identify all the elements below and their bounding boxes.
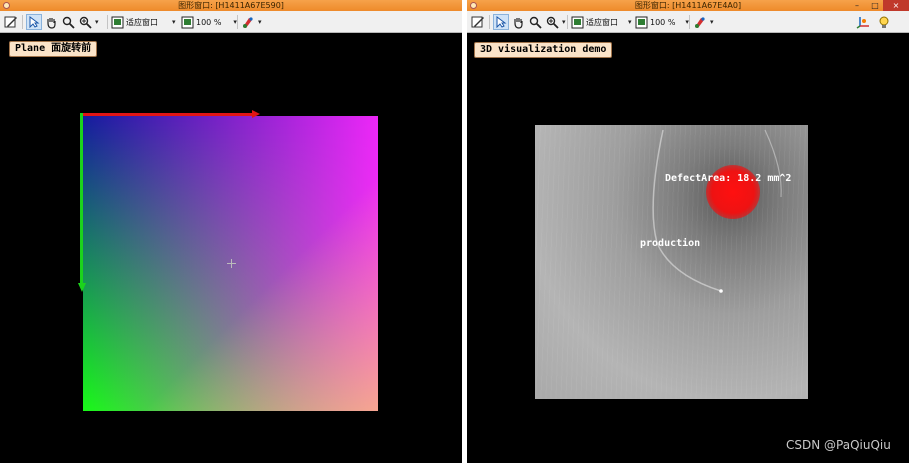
toolbar-separator — [107, 15, 108, 29]
pan-button[interactable] — [512, 14, 525, 30]
zoom-button[interactable] — [529, 14, 542, 30]
zoom-percent-select[interactable]: 100 % ▾ — [181, 14, 237, 30]
chevron-down-icon: ▾ — [628, 18, 632, 26]
draw-button[interactable] — [4, 14, 18, 30]
zoom-percent-icon — [635, 16, 648, 29]
production-text: production — [640, 238, 701, 249]
left-graphics-window: 图形窗口: [H1411A67E590] ▾ 适应窗口 ▾ 100 % ▾ ▾ … — [0, 0, 462, 463]
pointer-icon — [28, 16, 40, 28]
color-paint-icon — [693, 15, 707, 29]
fit-window-button[interactable]: 适应窗口 ▾ — [111, 14, 176, 30]
draw-icon — [471, 15, 485, 29]
zoom-percent-label: 100 % — [650, 17, 676, 27]
fit-window-icon — [571, 16, 584, 29]
3d-view-button[interactable] — [856, 14, 870, 30]
crosshair-marker — [227, 259, 236, 268]
toolbar-separator — [22, 15, 23, 29]
x-axis-line — [81, 113, 252, 116]
fit-window-label: 适应窗口 — [586, 17, 618, 27]
fit-window-icon — [111, 16, 124, 29]
color-paint-button[interactable]: ▾ — [241, 14, 262, 30]
3d-axis-icon — [856, 15, 870, 29]
watermark: CSDN @PaQiuQiu — [786, 438, 891, 452]
toolbar-separator — [237, 15, 238, 29]
toolbar-separator — [567, 15, 568, 29]
chevron-down-icon: ▾ — [258, 18, 262, 26]
chevron-down-icon: ▾ — [710, 18, 714, 26]
fit-window-label: 适应窗口 — [126, 17, 158, 27]
zoom-percent-icon — [181, 16, 194, 29]
y-axis-arrowhead — [78, 283, 86, 292]
app-icon — [3, 2, 10, 9]
hand-pan-icon — [45, 16, 58, 29]
toolbar-separator — [689, 15, 690, 29]
toolbar-separator — [489, 15, 490, 29]
hand-pan-icon — [512, 16, 525, 29]
canvas-label: 3D visualization demo — [474, 42, 613, 58]
magnifier-menu-button[interactable]: ▾ — [79, 14, 99, 30]
magnifier-zoom-icon — [546, 16, 559, 29]
app-icon — [470, 2, 477, 9]
minimize-button[interactable]: – — [849, 0, 865, 11]
magnifier-zoom-icon — [79, 16, 92, 29]
window-title: 图形窗口: [H1411A67E590] — [178, 1, 284, 10]
right-titlebar[interactable]: 图形窗口: [H1411A67E4A0] – □ × — [467, 0, 909, 11]
pointer-icon — [495, 16, 507, 28]
zoom-percent-label: 100 % — [196, 17, 222, 27]
scratch-marks — [652, 129, 782, 293]
inspected-surface-image — [535, 125, 808, 399]
left-toolbar: ▾ 适应窗口 ▾ 100 % ▾ ▾ — [0, 11, 462, 33]
chevron-down-icon: ▾ — [172, 18, 176, 26]
chevron-down-icon: ▾ — [562, 18, 566, 26]
left-titlebar[interactable]: 图形窗口: [H1411A67E590] — [0, 0, 462, 11]
color-paint-button[interactable]: ▾ — [693, 14, 714, 30]
draw-button[interactable] — [471, 14, 485, 30]
fit-window-button[interactable]: 适应窗口 ▾ — [571, 14, 632, 30]
close-button[interactable]: × — [883, 0, 909, 11]
canvas-label: Plane 面旋转前 — [9, 41, 98, 57]
zoom-icon — [529, 16, 542, 29]
zoom-button[interactable] — [62, 14, 75, 30]
zoom-percent-select[interactable]: 100 % ▾ — [635, 14, 689, 30]
defect-area-text: DefectArea: 18.2 mm^2 — [665, 173, 792, 184]
color-paint-icon — [241, 15, 255, 29]
chevron-down-icon: ▾ — [95, 18, 99, 26]
window-title: 图形窗口: [H1411A67E4A0] — [634, 1, 742, 10]
maximize-button[interactable]: □ — [867, 0, 883, 11]
zoom-icon — [62, 16, 75, 29]
pan-button[interactable] — [45, 14, 58, 30]
magnifier-menu-button[interactable]: ▾ — [546, 14, 566, 30]
draw-icon — [4, 15, 18, 29]
right-toolbar: ▾ 适应窗口 ▾ 100 % ▾ ▾ — [467, 11, 909, 33]
lightbulb-button[interactable] — [877, 14, 891, 30]
y-axis-line — [80, 113, 83, 283]
x-axis-arrowhead — [252, 110, 260, 118]
pointer-button[interactable] — [26, 14, 42, 30]
pointer-button[interactable] — [493, 14, 509, 30]
lightbulb-icon — [877, 15, 891, 29]
